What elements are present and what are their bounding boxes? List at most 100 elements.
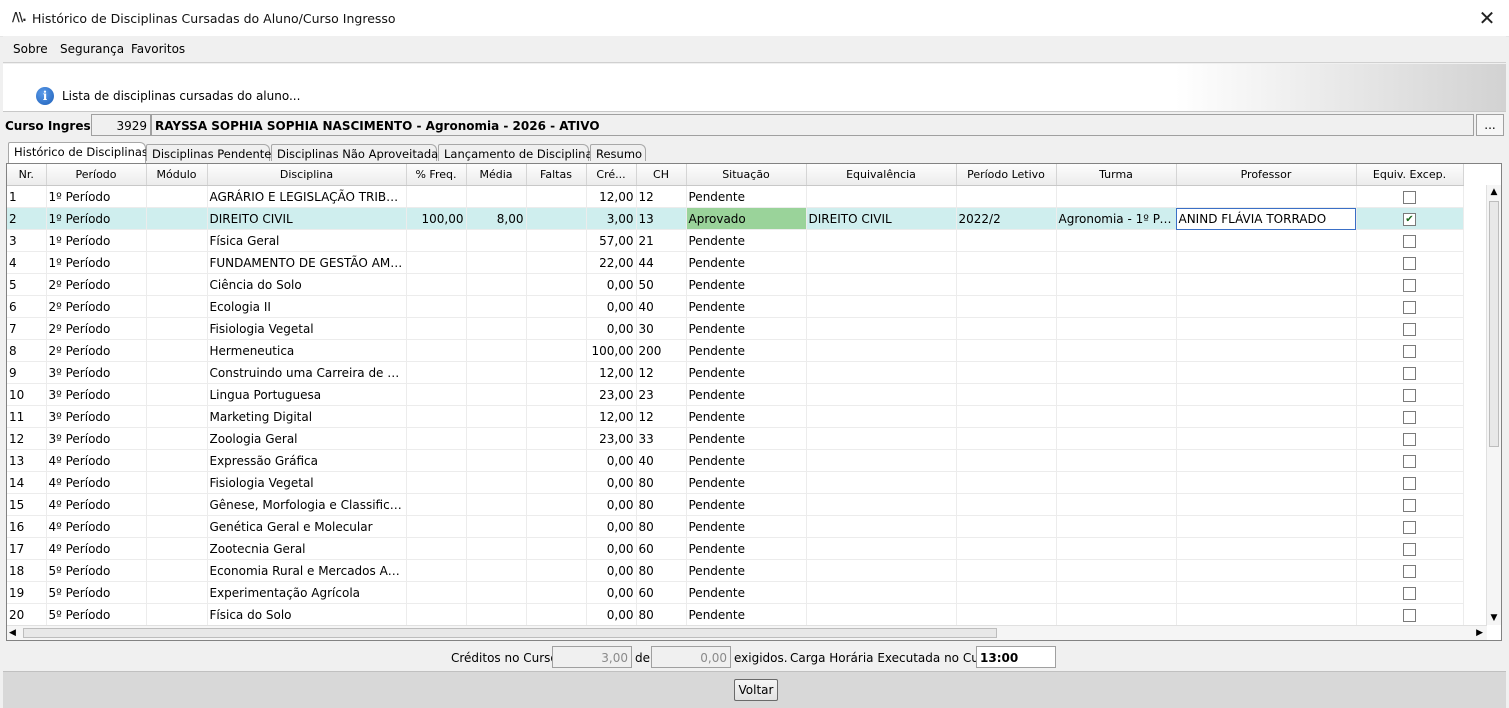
cell-turma[interactable] — [1056, 581, 1177, 604]
cell-media[interactable] — [466, 537, 527, 560]
cell-creditos[interactable]: 12,00 — [586, 185, 637, 208]
cell-equivalencia[interactable] — [806, 229, 957, 252]
cell-professor[interactable] — [1176, 317, 1357, 340]
cell-freq[interactable]: 100,00 — [406, 207, 467, 230]
cell-ch[interactable]: 200 — [636, 339, 687, 362]
cell-modulo[interactable] — [146, 493, 208, 516]
cell-media[interactable] — [466, 339, 527, 362]
cell-periodo-letivo[interactable] — [956, 515, 1057, 538]
cell-faltas[interactable] — [526, 185, 587, 208]
cell-periodo[interactable]: 1º Período — [46, 251, 147, 274]
cell-freq[interactable] — [406, 515, 467, 538]
table-row[interactable]: 2 1º Período DIREITO CIVIL 100,00 8,00 3,00 13… — [7, 207, 1464, 230]
cell-situacao[interactable]: Pendente — [686, 405, 807, 428]
cell-equivalencia[interactable] — [806, 383, 957, 406]
cell-media[interactable] — [466, 471, 527, 494]
cell-creditos[interactable]: 0,00 — [586, 295, 637, 318]
cell-ch[interactable]: 80 — [636, 559, 687, 582]
cell-equivalencia[interactable] — [806, 295, 957, 318]
cell-disciplina[interactable]: Marketing Digital — [207, 405, 407, 428]
curso-lookup-button[interactable]: ... — [1476, 114, 1504, 136]
cell-disciplina[interactable]: Expressão Gráfica — [207, 449, 407, 472]
cell-faltas[interactable] — [526, 361, 587, 384]
cell-professor[interactable] — [1176, 295, 1357, 318]
cell-periodo-letivo[interactable] — [956, 383, 1057, 406]
cell-disciplina[interactable]: Ecologia II — [207, 295, 407, 318]
cell-periodo-letivo[interactable] — [956, 251, 1057, 274]
cell-periodo-letivo[interactable] — [956, 559, 1057, 582]
cell-media[interactable] — [466, 251, 527, 274]
cell-turma[interactable] — [1056, 339, 1177, 362]
cell-nr[interactable]: 10 — [7, 383, 47, 406]
cell-equivalencia[interactable] — [806, 273, 957, 296]
cell-nr[interactable]: 6 — [7, 295, 47, 318]
cell-situacao[interactable]: Pendente — [686, 603, 807, 626]
col-ch[interactable]: CH — [636, 164, 687, 186]
cell-situacao[interactable]: Pendente — [686, 559, 807, 582]
cell-creditos[interactable]: 0,00 — [586, 515, 637, 538]
cell-equivalencia[interactable] — [806, 317, 957, 340]
cell-faltas[interactable] — [526, 207, 587, 230]
cell-periodo-letivo[interactable] — [956, 581, 1057, 604]
cell-modulo[interactable] — [146, 229, 208, 252]
cell-situacao[interactable]: Pendente — [686, 449, 807, 472]
cell-modulo[interactable] — [146, 515, 208, 538]
cell-freq[interactable] — [406, 581, 467, 604]
tab-nao-aproveitadas[interactable]: Disciplinas Não Aproveitadas — [271, 144, 444, 161]
table-row[interactable]: 7 2º Período Fisiologia Vegetal 0,00 30 Pende… — [7, 317, 1464, 340]
cell-faltas[interactable] — [526, 471, 587, 494]
cell-ch[interactable]: 40 — [636, 295, 687, 318]
cell-periodo-letivo[interactable] — [956, 537, 1057, 560]
cell-periodo-letivo[interactable] — [956, 449, 1057, 472]
cell-situacao[interactable]: Pendente — [686, 229, 807, 252]
cell-nr[interactable]: 8 — [7, 339, 47, 362]
cell-professor[interactable] — [1176, 427, 1357, 450]
cell-freq[interactable] — [406, 339, 467, 362]
col-creditos[interactable]: Cré... — [586, 164, 637, 186]
cell-equivalencia[interactable] — [806, 361, 957, 384]
cell-modulo[interactable] — [146, 251, 208, 274]
table-row[interactable]: 17 4º Período Zootecnia Geral 0,00 60 Pendent… — [7, 537, 1464, 560]
cell-nr[interactable]: 15 — [7, 493, 47, 516]
cell-disciplina[interactable]: Fisiologia Vegetal — [207, 471, 407, 494]
equiv-excep-checkbox[interactable] — [1403, 322, 1416, 336]
cell-nr[interactable]: 19 — [7, 581, 47, 604]
cell-modulo[interactable] — [146, 581, 208, 604]
cell-situacao[interactable]: Pendente — [686, 581, 807, 604]
cell-disciplina[interactable]: Hermeneutica — [207, 339, 407, 362]
cell-faltas[interactable] — [526, 317, 587, 340]
cell-freq[interactable] — [406, 471, 467, 494]
cell-situacao[interactable]: Pendente — [686, 295, 807, 318]
cell-nr[interactable]: 13 — [7, 449, 47, 472]
col-nr[interactable]: Nr. — [7, 164, 47, 186]
cell-media[interactable] — [466, 383, 527, 406]
cell-periodo-letivo[interactable] — [956, 317, 1057, 340]
cell-nr[interactable]: 2 — [7, 207, 47, 230]
cell-turma[interactable] — [1056, 493, 1177, 516]
col-equivalencia[interactable]: Equivalência — [806, 164, 957, 186]
equiv-excep-checkbox[interactable] — [1403, 344, 1416, 358]
table-row[interactable]: 3 1º Período Física Geral 57,00 21 Pendente — [7, 229, 1464, 252]
cell-disciplina[interactable]: Construindo uma Carreira de Suces... — [207, 361, 407, 384]
cell-creditos[interactable]: 0,00 — [586, 603, 637, 626]
cell-ch[interactable]: 13 — [636, 207, 687, 230]
cell-situacao[interactable]: Pendente — [686, 185, 807, 208]
cell-nr[interactable]: 1 — [7, 185, 47, 208]
cell-equivalencia[interactable] — [806, 185, 957, 208]
cell-equivalencia[interactable] — [806, 405, 957, 428]
cell-periodo[interactable]: 3º Período — [46, 383, 147, 406]
equiv-excep-checkbox[interactable] — [1403, 564, 1416, 578]
cell-creditos[interactable]: 100,00 — [586, 339, 637, 362]
cell-media[interactable] — [466, 361, 527, 384]
cell-disciplina[interactable]: Lingua Portuguesa — [207, 383, 407, 406]
cell-equivalencia[interactable] — [806, 515, 957, 538]
cell-professor[interactable] — [1176, 471, 1357, 494]
cell-ch[interactable]: 23 — [636, 383, 687, 406]
cell-periodo-letivo[interactable] — [956, 339, 1057, 362]
cell-freq[interactable] — [406, 361, 467, 384]
cell-faltas[interactable] — [526, 295, 587, 318]
cell-professor[interactable] — [1176, 493, 1357, 516]
cell-media[interactable]: 8,00 — [466, 207, 527, 230]
horizontal-scroll-thumb[interactable] — [23, 628, 997, 638]
scroll-left-icon[interactable]: ◀ — [9, 626, 16, 640]
